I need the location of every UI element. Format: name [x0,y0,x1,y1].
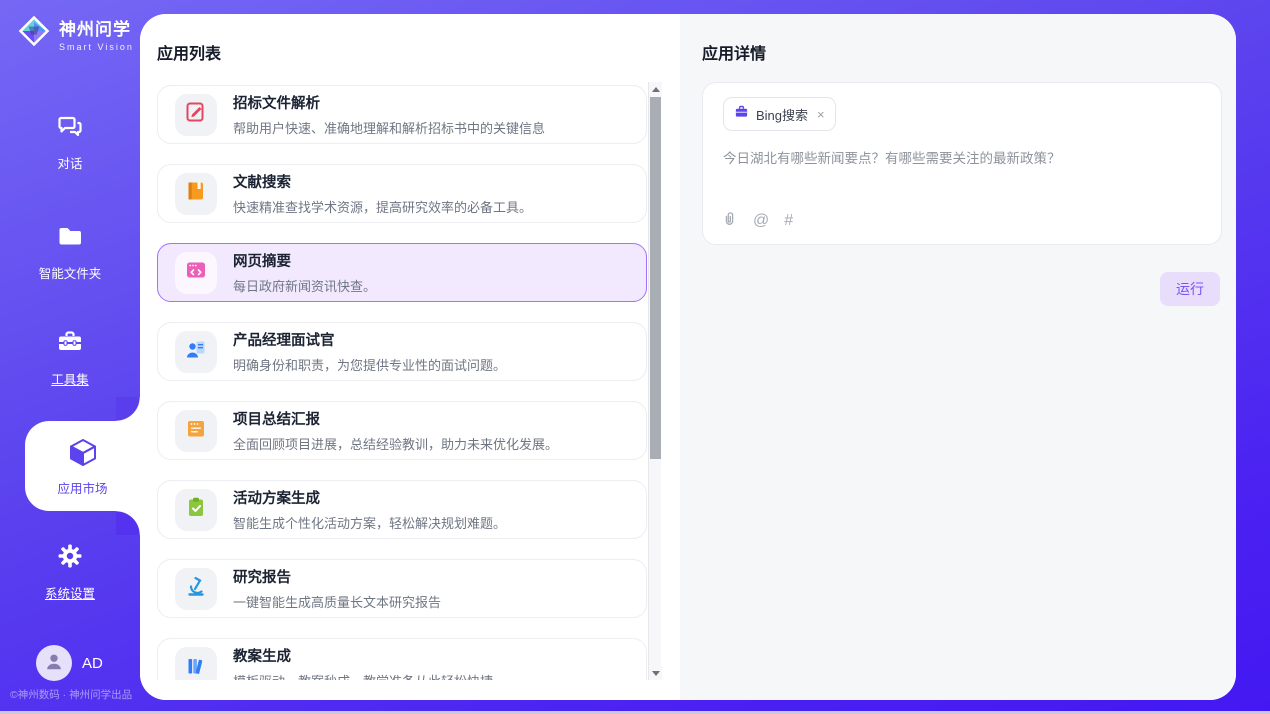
icon-tile [175,647,217,681]
card-text: 招标文件解析 帮助用户快速、准确地理解和解析招标书中的关键信息 [233,92,545,137]
close-icon[interactable]: × [817,108,825,121]
scrollbar-thumb[interactable] [650,97,661,459]
copyright-text: ©神州数码 · 神州问学出品 [10,687,140,702]
user-account[interactable]: AD [36,645,103,681]
brand-name: 神州问学 [59,20,131,39]
icon-tile [175,252,217,294]
card-text: 活动方案生成 智能生成个性化活动方案，轻松解决规划难题。 [233,487,506,532]
icon-tile [175,173,217,215]
sidebar-item-settings[interactable]: 系统设置 [0,542,140,602]
sidebar-item-app-market[interactable]: 应用市场 [25,421,140,511]
app-list-item-literature-search[interactable]: 文献搜索 快速精准查找学术资源，提高研究效率的必备工具。 [157,164,647,223]
browser-code-icon [184,258,208,287]
sidebar-item-toolset[interactable]: 工具集 [0,328,140,388]
app-list-item-lesson-plan[interactable]: 教案生成 模板驱动，教案秒成，教学准备从此轻松快捷 [157,638,647,680]
user-name: AD [82,655,103,672]
chat-icon [56,127,84,144]
app-list-item-event-plan[interactable]: 活动方案生成 智能生成个性化活动方案，轻松解决规划难题。 [157,480,647,539]
brand-text: 神州问学 Smart Vision [59,15,134,52]
app-list-item-pm-interviewer[interactable]: 产品经理面试官 明确身份和职责，为您提供专业性的面试问题。 [157,322,647,381]
tool-chip-bing-search[interactable]: Bing搜索 × [723,97,836,131]
app-window: 神州问学 Smart Vision 对话 智能文件夹 [0,0,1270,714]
sidebar-item-label: 工具集 [0,369,140,388]
icon-tile [175,568,217,610]
app-desc: 全面回顾项目进展，总结经验教训，助力未来优化发展。 [233,434,558,453]
scroll-down-button[interactable] [649,666,662,680]
app-list-item-project-summary[interactable]: 项目总结汇报 全面回顾项目进展，总结经验教训，助力未来优化发展。 [157,401,647,460]
app-name: 项目总结汇报 [233,412,320,428]
icon-tile [175,410,217,452]
card-text: 教案生成 模板驱动，教案秒成，教学准备从此轻松快捷 [233,645,493,680]
card-text: 网页摘要 每日政府新闻资讯快查。 [233,250,376,295]
card-text: 项目总结汇报 全面回顾项目进展，总结经验教训，助力未来优化发展。 [233,408,558,453]
person-icon [43,650,65,677]
query-input[interactable]: 今日湖北有哪些新闻要点？有哪些需要关注的最新政策？ [723,149,1203,169]
sidebar-item-label: 智能文件夹 [0,263,140,282]
app-desc: 智能生成个性化活动方案，轻松解决规划难题。 [233,513,506,532]
app-name: 招标文件解析 [233,96,320,112]
app-name: 网页摘要 [233,254,291,270]
toolbox-icon [56,343,84,360]
card-text: 研究报告 一键智能生成高质量长文本研究报告 [233,566,441,611]
app-list-viewport: 招标文件解析 帮助用户快速、准确地理解和解析招标书中的关键信息 [140,82,680,680]
app-list-item-bid-parsing[interactable]: 招标文件解析 帮助用户快速、准确地理解和解析招标书中的关键信息 [157,85,647,144]
sidebar-item-label: 对话 [0,153,140,172]
sidebar-item-smart-folder[interactable]: 智能文件夹 [0,222,140,282]
app-desc: 帮助用户快速、准确地理解和解析招标书中的关键信息 [233,118,545,137]
cube-icon [67,455,99,472]
app-name: 产品经理面试官 [233,333,335,349]
app-desc: 快速精准查找学术资源，提高研究效率的必备工具。 [233,197,532,216]
brand-logo: 神州问学 Smart Vision [16,13,134,54]
prompt-card[interactable]: Bing搜索 × 今日湖北有哪些新闻要点？有哪些需要关注的最新政策？ @ # [702,82,1222,245]
app-desc: 一键智能生成高质量长文本研究报告 [233,592,441,611]
app-name: 文献搜索 [233,175,291,191]
icon-tile [175,489,217,531]
card-text: 产品经理面试官 明确身份和职责，为您提供专业性的面试问题。 [233,329,506,374]
composer-toolbar: @ # [721,210,793,232]
app-name: 研究报告 [233,570,291,586]
app-name: 活动方案生成 [233,491,320,507]
app-name: 教案生成 [233,649,291,665]
app-list-item-web-summary[interactable]: 网页摘要 每日政府新闻资讯快查。 [157,243,647,302]
main-content: 应用列表 招标文件解析 [140,14,1236,700]
books-icon [184,653,208,680]
icon-tile [175,331,217,373]
microscope-icon [184,574,208,603]
triangle-down-icon [652,671,660,676]
app-list-title: 应用列表 [157,40,221,64]
icon-tile [175,94,217,136]
app-detail-title: 应用详情 [702,40,766,64]
tool-chip-label: Bing搜索 [756,105,808,124]
scroll-up-button[interactable] [649,82,662,96]
book-icon [184,179,208,208]
edit-document-icon [184,100,208,129]
folder-icon [56,237,84,254]
avatar [36,645,72,681]
brand-subtitle: Smart Vision [59,42,134,52]
diamond-gem-icon [16,13,52,54]
scrollbar[interactable] [648,82,661,680]
notepad-icon [184,416,208,445]
run-button[interactable]: 运行 [1160,272,1220,306]
clipboard-check-icon [184,495,208,524]
app-desc: 每日政府新闻资讯快查。 [233,276,376,295]
app-desc: 模板驱动，教案秒成，教学准备从此轻松快捷 [233,671,493,680]
app-detail-pane: 应用详情 Bing搜索 × 今日湖北有哪些新闻要点？有哪些需要关注的最新政策？ [680,14,1236,700]
briefcase-icon [734,104,749,124]
interviewer-icon [184,337,208,366]
card-text: 文献搜索 快速精准查找学术资源，提高研究效率的必备工具。 [233,171,532,216]
sidebar-item-label: 应用市场 [25,478,140,497]
app-desc: 明确身份和职责，为您提供专业性的面试问题。 [233,355,506,374]
mention-icon[interactable]: @ [753,213,769,229]
app-list: 招标文件解析 帮助用户快速、准确地理解和解析招标书中的关键信息 [157,85,647,680]
app-list-item-research-report[interactable]: 研究报告 一键智能生成高质量长文本研究报告 [157,559,647,618]
sidebar-item-chat[interactable]: 对话 [0,112,140,172]
app-list-pane: 应用列表 招标文件解析 [140,14,680,700]
paperclip-icon[interactable] [721,210,738,232]
hash-icon[interactable]: # [784,213,793,229]
triangle-up-icon [652,87,660,92]
sidebar: 神州问学 Smart Vision 对话 智能文件夹 [0,0,140,711]
gear-icon [56,557,84,574]
sidebar-item-label: 系统设置 [0,583,140,602]
